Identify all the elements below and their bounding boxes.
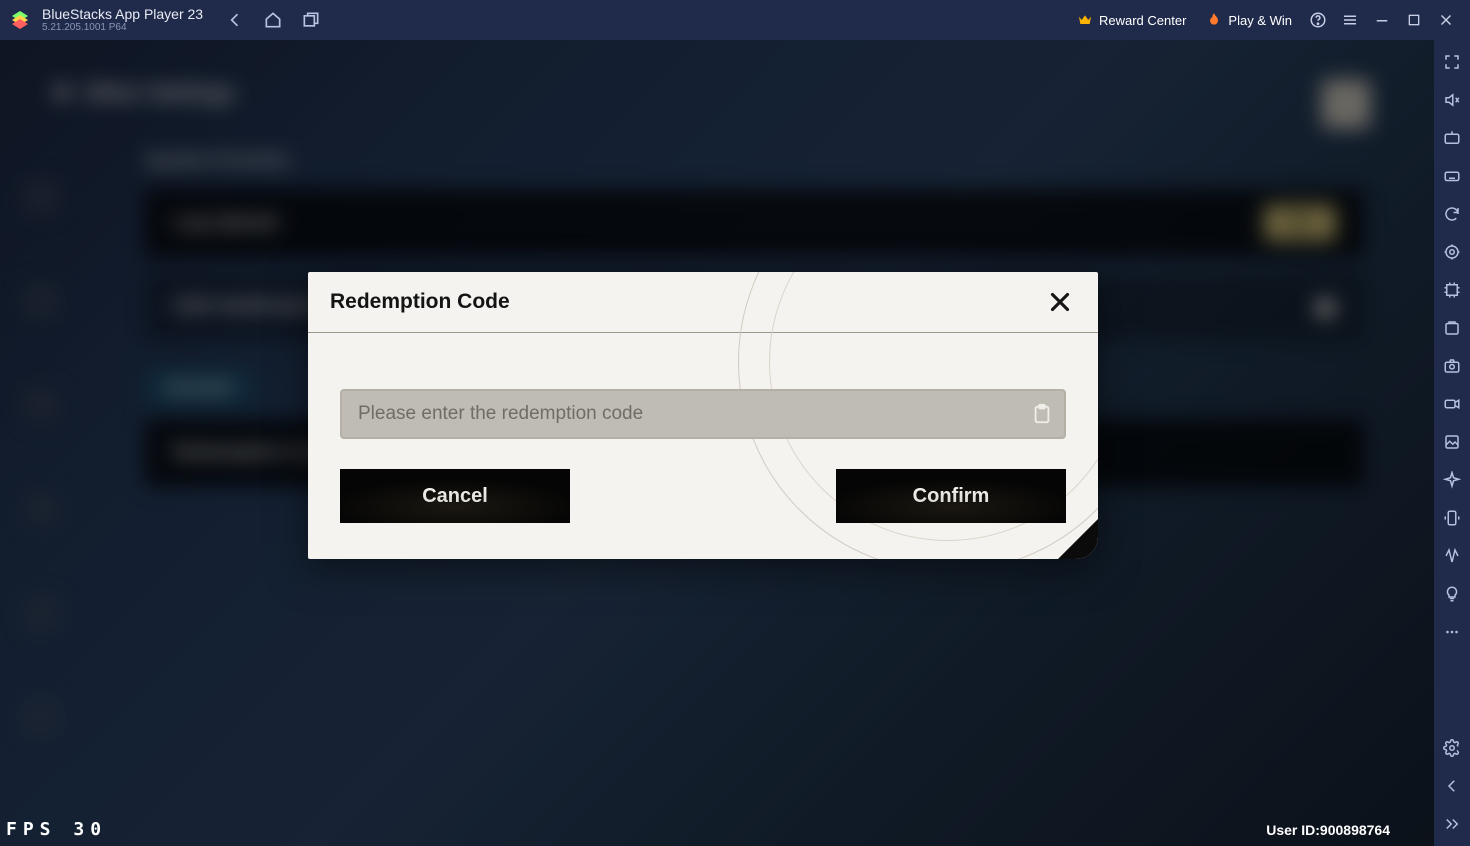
fps-value: 30 xyxy=(73,819,107,840)
play-and-win-button[interactable]: Play & Win xyxy=(1196,8,1302,32)
apk-install-icon[interactable] xyxy=(1442,318,1462,338)
gallery-icon[interactable] xyxy=(1442,432,1462,452)
paste-icon[interactable] xyxy=(1030,402,1054,426)
shake-icon[interactable] xyxy=(1442,546,1462,566)
titlebar: BlueStacks App Player 23 5.21.205.1001 P… xyxy=(0,0,1470,40)
bluestacks-logo-icon xyxy=(8,8,32,32)
lightbulb-icon[interactable] xyxy=(1442,584,1462,604)
user-id: User ID:900898764 xyxy=(1266,822,1390,838)
minimize-icon[interactable] xyxy=(1368,6,1396,34)
app-title: BlueStacks App Player 23 xyxy=(42,7,203,21)
app-version: 5.21.205.1001 P64 xyxy=(42,23,203,33)
memory-icon[interactable] xyxy=(1442,280,1462,300)
user-id-label: User ID: xyxy=(1266,822,1320,838)
sync-icon[interactable] xyxy=(1442,204,1462,224)
reward-center-button[interactable]: Reward Center xyxy=(1067,8,1196,32)
android-back-icon[interactable] xyxy=(1442,776,1462,796)
airplane-icon[interactable] xyxy=(1442,470,1462,490)
emulator-sidebar xyxy=(1434,40,1470,846)
location-icon[interactable] xyxy=(1442,242,1462,262)
record-icon[interactable] xyxy=(1442,394,1462,414)
volume-mute-icon[interactable] xyxy=(1442,90,1462,110)
fps-counter: FPS 30 xyxy=(6,819,107,840)
redemption-code-input[interactable] xyxy=(358,403,1012,425)
game-viewport: ⚙ Other Settings ✕ System Function Log U… xyxy=(0,40,1434,846)
hamburger-icon[interactable] xyxy=(1336,6,1364,34)
reward-center-label: Reward Center xyxy=(1099,13,1186,28)
help-icon[interactable] xyxy=(1304,6,1332,34)
recent-apps-icon[interactable] xyxy=(301,10,321,30)
rotate-icon[interactable] xyxy=(1442,508,1462,528)
keymap-icon[interactable] xyxy=(1442,128,1462,148)
cancel-button[interactable]: Cancel xyxy=(340,469,570,523)
flame-icon xyxy=(1206,12,1222,28)
crown-icon xyxy=(1077,12,1093,28)
screenshot-icon[interactable] xyxy=(1442,356,1462,376)
back-icon[interactable] xyxy=(225,10,245,30)
home-icon[interactable] xyxy=(263,10,283,30)
settings-icon[interactable] xyxy=(1442,738,1462,758)
fullscreen-icon[interactable] xyxy=(1442,52,1462,72)
play-and-win-label: Play & Win xyxy=(1228,13,1292,28)
close-window-icon[interactable] xyxy=(1432,6,1460,34)
redemption-code-field[interactable] xyxy=(340,389,1066,439)
collapse-sidebar-icon[interactable] xyxy=(1442,814,1462,834)
more-icon[interactable] xyxy=(1442,622,1462,642)
keyboard-icon[interactable] xyxy=(1442,166,1462,186)
modal-title: Redemption Code xyxy=(330,290,510,314)
fps-label: FPS xyxy=(6,819,57,840)
modal-close-icon[interactable] xyxy=(1044,286,1076,318)
maximize-icon[interactable] xyxy=(1400,6,1428,34)
app-title-block: BlueStacks App Player 23 5.21.205.1001 P… xyxy=(42,7,203,33)
user-id-value: 900898764 xyxy=(1320,822,1390,838)
confirm-button[interactable]: Confirm xyxy=(836,469,1066,523)
redemption-code-modal: Redemption Code Cancel Confirm xyxy=(308,272,1098,559)
